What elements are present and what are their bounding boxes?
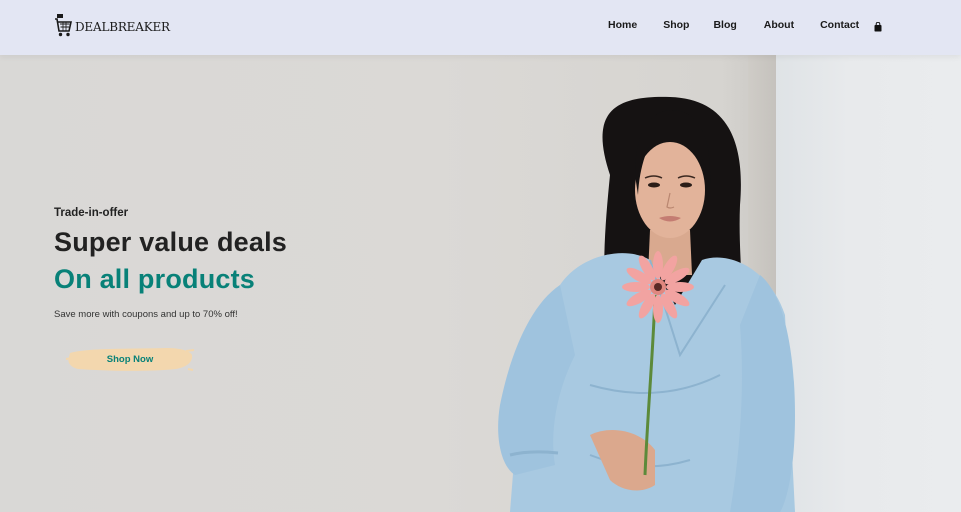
nav-about[interactable]: About (764, 19, 794, 31)
hero-headline-accent: On all products (54, 264, 256, 294)
shop-now-button[interactable]: Shop Now (66, 345, 194, 373)
brand-name: DEALBREAKER (75, 20, 170, 34)
nav-home[interactable]: Home (608, 19, 637, 31)
nav-contact[interactable]: Contact (820, 19, 859, 31)
shopping-bag-icon[interactable] (874, 22, 882, 32)
nav-shop[interactable]: Shop (663, 19, 689, 31)
brand-logo[interactable]: DEALBREAKER (54, 13, 170, 39)
hero-banner: Trade-in-offer Super value deals On all … (0, 55, 961, 512)
main-nav: Home Shop Blog About Contact (608, 19, 885, 31)
shop-now-label: Shop Now (106, 353, 154, 365)
site-header: DEALBREAKER Home Shop Blog About Contact (0, 0, 961, 55)
cart-logo-icon (55, 14, 72, 37)
nav-blog[interactable]: Blog (713, 19, 736, 31)
wall-panel (776, 55, 961, 512)
hero-eyebrow: Trade-in-offer (54, 207, 129, 219)
hero-model-image (498, 96, 795, 512)
hero-headline: Super value deals (54, 227, 288, 257)
hero-copy: Trade-in-offer Super value deals On all … (54, 207, 287, 320)
hero-subtext: Save more with coupons and up to 70% off… (54, 309, 238, 320)
